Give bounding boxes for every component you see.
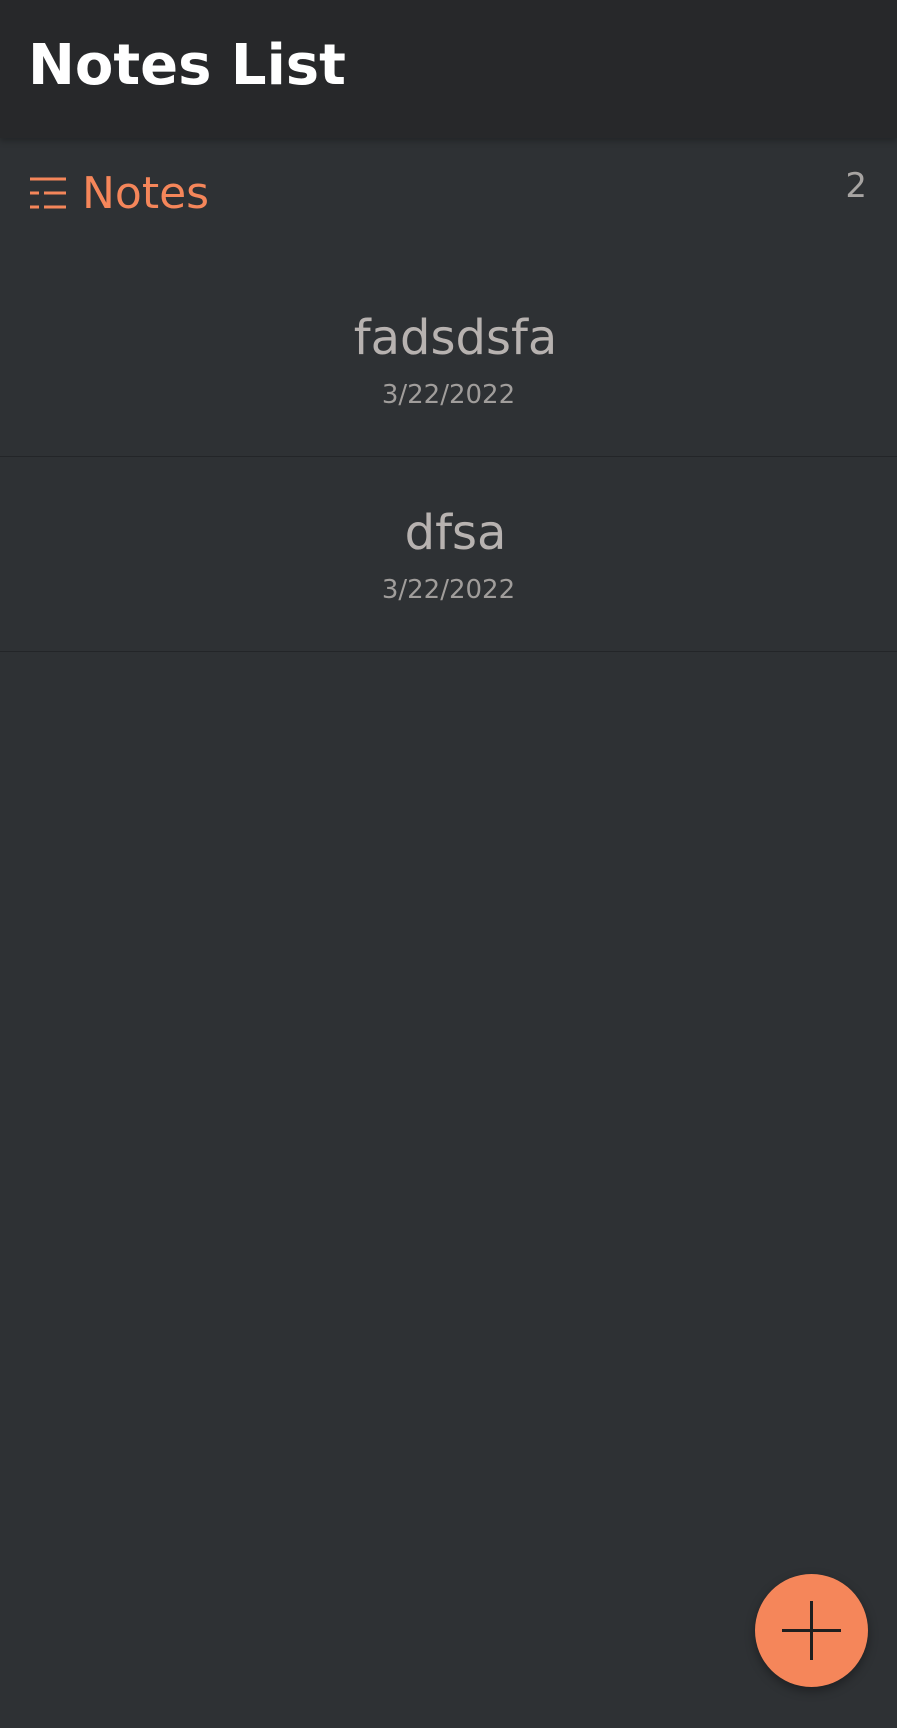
- note-list-item[interactable]: dfsa 3/22/2022: [0, 457, 897, 652]
- note-list: fadsdsfa 3/22/2022 dfsa 3/22/2022: [0, 262, 897, 652]
- list-icon: [30, 176, 66, 210]
- section-label: Notes: [82, 168, 210, 219]
- note-title: dfsa: [404, 505, 507, 561]
- note-count: 2: [845, 166, 867, 206]
- note-title: fadsdsfa: [353, 310, 558, 366]
- notes-section-header: Notes 2: [0, 138, 897, 256]
- add-note-button[interactable]: [755, 1574, 868, 1687]
- note-list-item[interactable]: fadsdsfa 3/22/2022: [0, 262, 897, 457]
- app-bar: Notes List: [0, 0, 897, 138]
- note-date: 3/22/2022: [381, 380, 516, 410]
- plus-icon: [782, 1601, 841, 1660]
- page-title: Notes List: [28, 33, 346, 98]
- note-date: 3/22/2022: [381, 575, 516, 605]
